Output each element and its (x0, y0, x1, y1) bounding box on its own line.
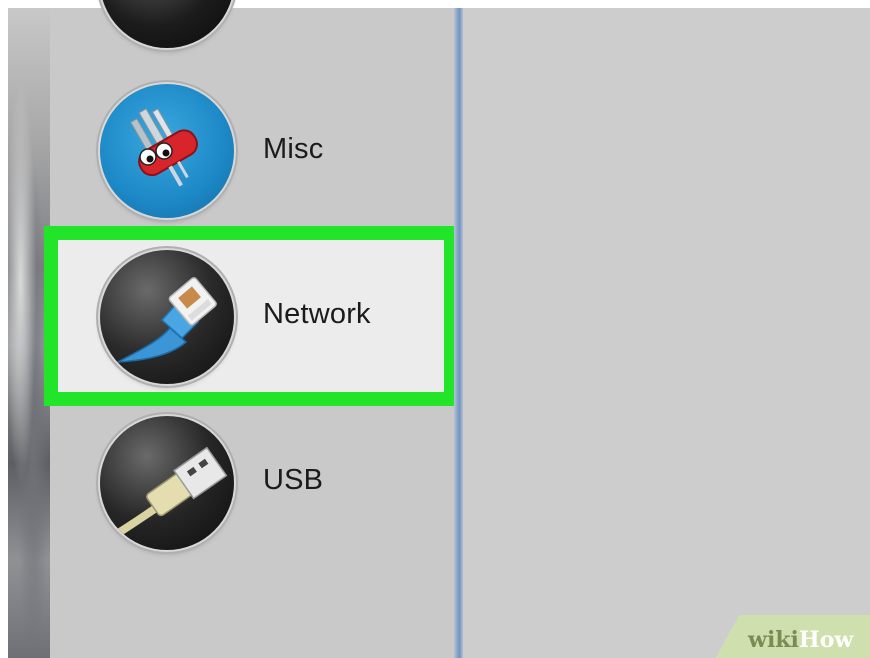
watermark-how: How (798, 627, 854, 653)
usb-plug-icon[interactable] (100, 416, 234, 550)
wikihow-watermark: wikiHow (712, 615, 870, 658)
watermark-wiki: wiki (748, 627, 799, 653)
sidebar-item-label-misc[interactable]: Misc (263, 133, 323, 166)
screenshot-frame: Misc Network USB wikiHow (0, 0, 870, 658)
swiss-army-knife-icon[interactable] (100, 84, 234, 218)
split-view-divider[interactable] (454, 8, 463, 658)
ethernet-cable-icon[interactable] (100, 250, 234, 384)
content-pane (463, 8, 870, 658)
sidebar-item-label-network[interactable]: Network (263, 298, 371, 331)
sidebar-item-label-usb[interactable]: USB (263, 464, 323, 497)
